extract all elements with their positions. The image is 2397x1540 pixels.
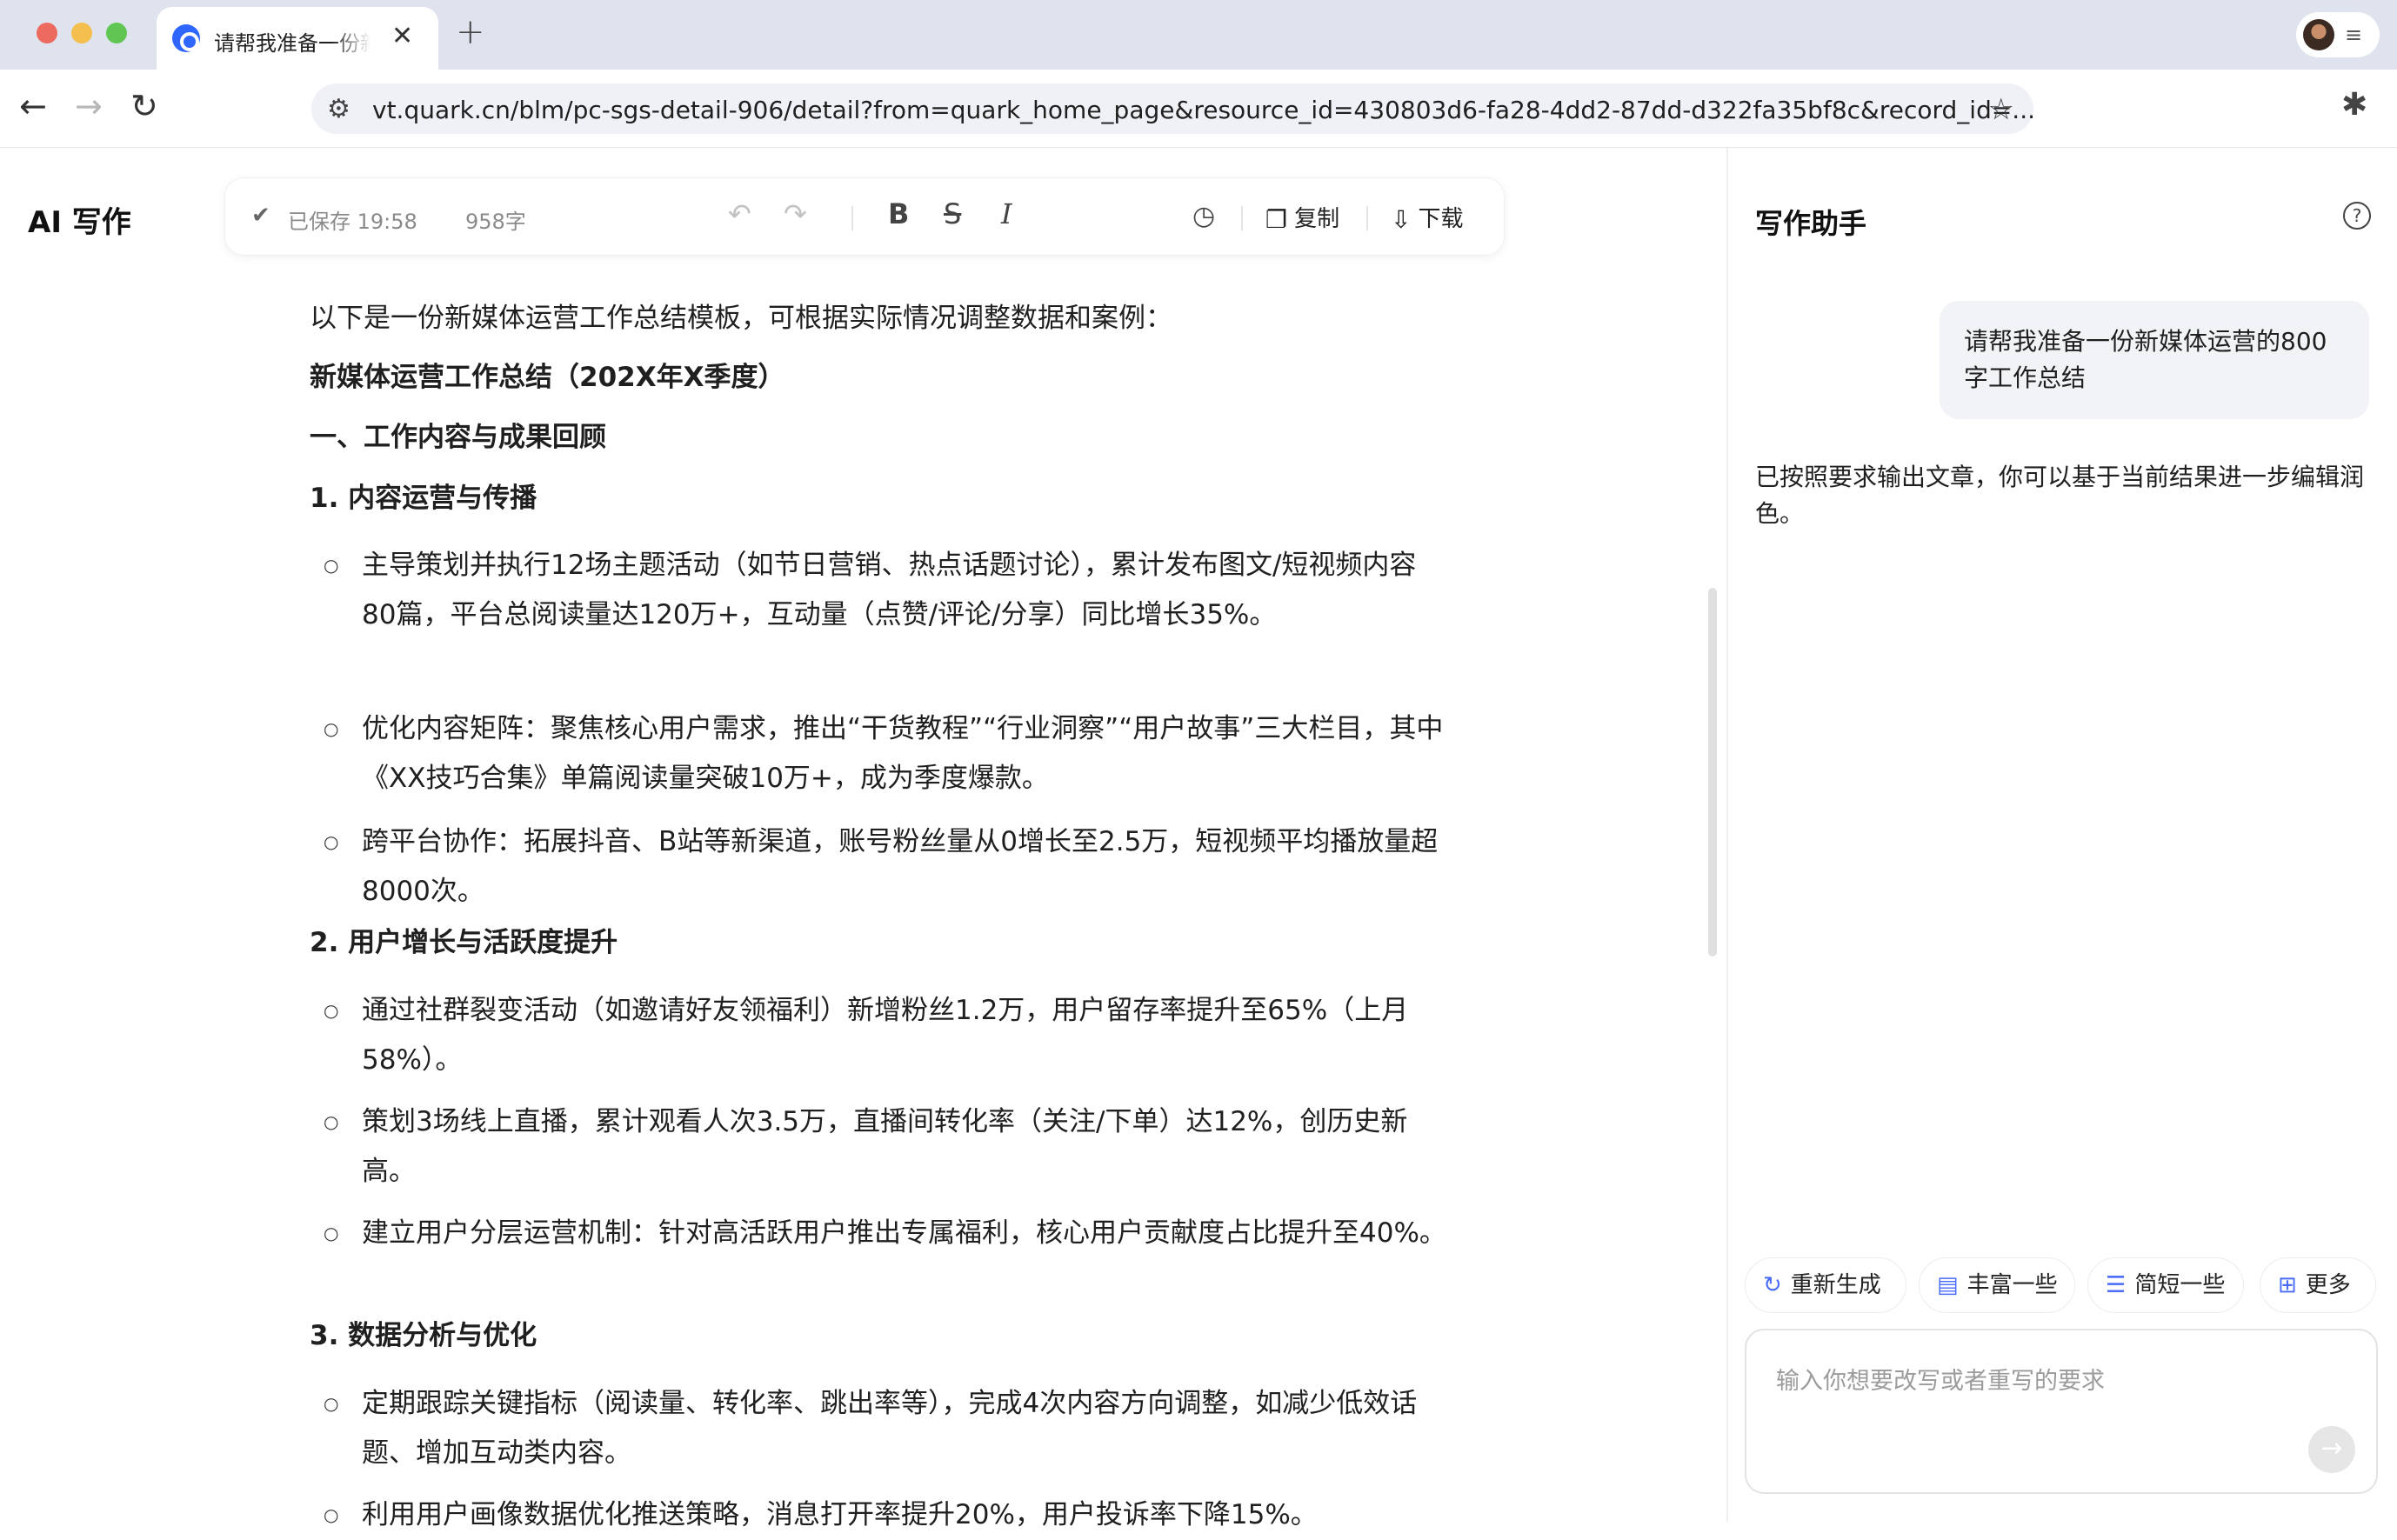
maximize-window-button[interactable] [106,23,127,43]
download-icon: ⇩ [1391,205,1412,234]
chip-label: 更多 [2305,1272,2351,1298]
send-arrow-icon[interactable]: → [2308,1426,2355,1473]
regenerate-button[interactable]: ↻ 重新生成 [1745,1257,1906,1313]
copy-button[interactable]: ❐ 复制 [1265,201,1339,234]
app-logo: AI 写作 [28,205,131,240]
profile-button[interactable]: ≡ [2296,12,2380,57]
toolbar-divider [1366,206,1368,230]
close-window-button[interactable] [37,23,57,43]
check-icon: ✔ [251,203,270,229]
toolbar-divider [851,206,853,230]
subsection-heading: 3. 数据分析与优化 [310,1320,537,1351]
document-scrollbar[interactable] [1708,588,1717,957]
list-item: 策划3场线上直播，累计观看人次3.5万，直播间转化率（关注/下单）达12%，创历… [324,1097,1449,1197]
enrich-button[interactable]: ▤ 丰富一些 [1919,1257,2075,1313]
site-info-icon[interactable]: ⚙ [327,94,351,124]
assistant-reply: 已按照要求输出文章，你可以基于当前结果进一步编辑润色。 [1755,463,2365,528]
list-item: 跨平台协作：拓展抖音、B站等新渠道，账号粉丝量从0增长至2.5万，短视频平均播放… [324,817,1449,917]
minimize-window-button[interactable] [71,23,92,43]
quark-favicon-icon [172,24,200,52]
copy-label: 复制 [1294,206,1340,232]
list-item: 利用用户画像数据优化推送策略，消息打开率提升20%，用户投诉率下降15%。 [324,1490,1449,1540]
more-button[interactable]: ⊞ 更多 [2260,1257,2376,1313]
chip-label: 丰富一些 [1966,1272,2058,1298]
browser-titlebar: 请帮我准备一份新 ✕ + ≡ [0,0,2397,70]
bookmark-star-icon[interactable]: ☆ [1988,92,2014,127]
strikethrough-icon[interactable]: S [944,197,961,230]
italic-icon[interactable]: I [1001,197,1012,230]
shorten-button[interactable]: ☰ 简短一些 [2087,1257,2244,1313]
back-arrow-icon[interactable]: ← [19,87,47,125]
assistant-title: 写作助手 [1755,207,1867,240]
document-title: 新媒体运营工作总结（202X年X季度） [310,362,785,393]
saved-status: 已保存 19:58 [288,210,417,234]
user-message-bubble: 请帮我准备一份新媒体运营的800字工作总结 [1940,301,2369,419]
reload-icon[interactable]: ↻ [130,87,158,125]
panel-divider [1726,148,1728,1522]
redo-icon[interactable]: ↷ [784,197,807,230]
history-clock-icon[interactable]: ◷ [1192,201,1215,231]
list-item: 优化内容矩阵：聚焦核心用户需求，推出“干货教程”“行业洞察”“用户故事”三大栏目… [324,704,1449,803]
chip-label: 重新生成 [1790,1272,1881,1298]
section-heading: 一、工作内容与成果回顾 [310,422,606,453]
menu-icon: ≡ [2345,23,2363,47]
tab-title: 请帮我准备一份新 [214,31,371,56]
copy-icon: ❐ [1265,205,1288,234]
document-icon: ▤ [1937,1272,1959,1298]
document-intro: 以下是一份新媒体运营工作总结模板，可根据实际情况调整数据和案例： [310,303,1172,334]
word-count: 958字 [465,210,526,234]
address-bar[interactable]: ⚙ vt.quark.cn/blm/pc-sgs-detail-906/deta… [311,83,2035,134]
avatar [2303,19,2334,50]
list-item: 通过社群裂变活动（如邀请好友领福利）新增粉丝1.2万，用户留存率提升至65%（上… [324,986,1449,1085]
input-placeholder: 输入你想要改写或者重写的要求 [1776,1368,2105,1395]
toolbar-divider [1241,206,1243,230]
list-item: 建立用户分层运营机制：针对高活跃用户推出专属福利，核心用户贡献度占比提升至40%… [324,1209,1449,1258]
forward-arrow-icon[interactable]: → [75,87,103,125]
list-icon: ☰ [2106,1272,2127,1298]
undo-icon[interactable]: ↶ [728,197,751,230]
subsection-heading: 1. 内容运营与传播 [310,483,537,514]
refresh-icon: ↻ [1763,1272,1782,1298]
browser-toolbar: ← → ↻ ⚙ vt.quark.cn/blm/pc-sgs-detail-90… [0,70,2397,148]
editor-toolbar: ✔ 已保存 19:58 958字 ↶ ↷ B S I ◷ ❐ 复制 ⇩ 下载 [224,177,1505,256]
rewrite-request-input[interactable]: 输入你想要改写或者重写的要求 → [1745,1329,2378,1494]
chip-label: 简短一些 [2134,1272,2226,1298]
url-text[interactable]: vt.quark.cn/blm/pc-sgs-detail-906/detail… [372,96,2035,124]
list-item: 主导策划并执行12场主题活动（如节日营销、热点话题讨论），累计发布图文/短视频内… [324,541,1449,640]
list-item: 定期跟踪关键指标（阅读量、转化率、跳出率等），完成4次内容方向调整，如减少低效话… [324,1379,1449,1478]
new-tab-button[interactable]: + [456,12,485,52]
download-button[interactable]: ⇩ 下载 [1391,201,1463,234]
download-label: 下载 [1418,206,1464,232]
grid-icon: ⊞ [2278,1272,2297,1298]
extensions-puzzle-icon[interactable]: ✱ [2341,87,2367,123]
subsection-heading: 2. 用户增长与活跃度提升 [310,927,618,958]
help-icon[interactable]: ? [2343,202,2371,230]
tab-close-icon[interactable]: ✕ [391,21,413,51]
browser-tab-active[interactable]: 请帮我准备一份新 ✕ [157,7,438,70]
bold-icon[interactable]: B [888,197,909,230]
